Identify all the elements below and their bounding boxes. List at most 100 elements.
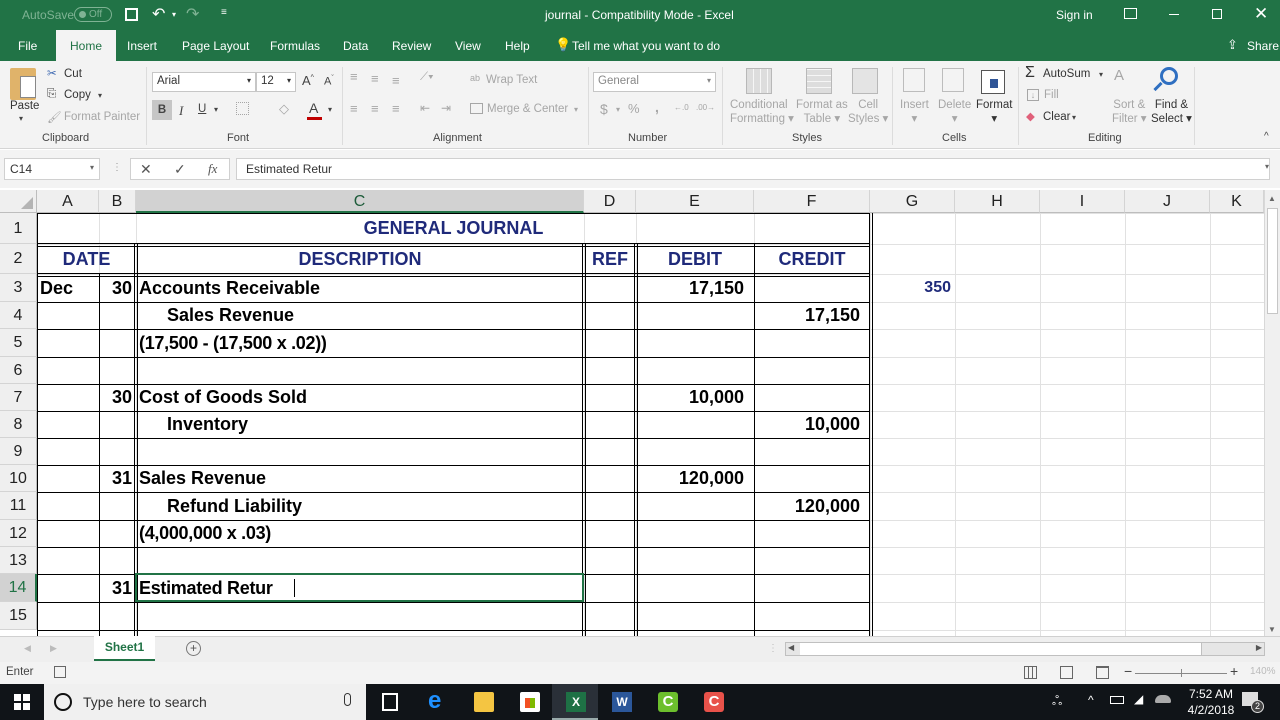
redo-icon[interactable]: ↷ [186,4,199,24]
currency-button[interactable]: $ [600,101,608,117]
paste-button[interactable]: Paste [10,100,39,112]
cell-description[interactable]: Estimated Retur [136,574,584,602]
camtasia-recorder-icon[interactable]: C [704,692,724,712]
scroll-down-icon[interactable]: ▼ [1268,625,1276,634]
undo-icon[interactable]: ↶ [152,4,165,24]
autosum-button[interactable]: AutoSum [1043,68,1090,80]
tell-me-search[interactable]: Tell me what you want to do [572,39,720,53]
column-header-g[interactable]: G [870,190,955,213]
column-header-j[interactable]: J [1125,190,1210,213]
percent-button[interactable]: % [628,101,640,116]
cell-credit[interactable]: 120,000 [754,492,870,520]
vertical-scroll-thumb[interactable] [1267,208,1278,314]
comma-button[interactable]: , [655,99,659,115]
cell-day[interactable]: 31 [99,574,136,602]
font-name-select[interactable]: Arial ▾ [152,72,256,92]
clock-time[interactable]: 7:52 AM [1181,687,1241,701]
sheet-tab-sheet1[interactable]: Sheet1 [94,636,155,661]
borders-icon[interactable] [236,102,249,115]
onedrive-icon[interactable] [1155,695,1171,703]
camtasia-icon[interactable]: C [658,692,678,712]
column-header-e[interactable]: E [636,190,754,213]
increase-indent-icon[interactable]: ⇥ [441,101,451,115]
copy-dropdown-icon[interactable]: ▾ [98,91,102,100]
cell-description[interactable]: Refund Liability [136,492,584,520]
row-header-12[interactable]: 12 [0,520,37,547]
column-header-h[interactable]: H [955,190,1040,213]
tab-data[interactable]: Data [343,39,368,53]
zoom-level[interactable]: 140% [1250,666,1276,677]
windows-start-icon[interactable] [14,694,30,710]
row-header-2[interactable]: 2 [0,244,37,274]
tab-page-layout[interactable]: Page Layout [182,39,249,53]
cancel-entry-icon[interactable]: ✕ [140,161,152,178]
ribbon-display-icon[interactable] [1124,8,1137,19]
cell-debit[interactable]: 17,150 [636,274,754,302]
wifi-icon[interactable]: ◢ [1134,692,1143,706]
autosave-toggle[interactable]: Off [74,7,112,22]
cell-day[interactable]: 30 [99,384,136,411]
font-size-select[interactable]: 12 ▾ [256,72,296,92]
share-button[interactable]: Share [1247,39,1279,53]
minimize-icon[interactable] [1169,14,1179,15]
column-header-k[interactable]: K [1210,190,1264,213]
format-as-table-button[interactable]: Format as Table ▾ [796,99,848,125]
row-header-9[interactable]: 9 [0,438,37,465]
column-header-i[interactable]: I [1040,190,1125,213]
row-header-6[interactable]: 6 [0,357,37,384]
underline-button[interactable]: U [198,103,206,115]
currency-dropdown-icon[interactable]: ▾ [616,105,620,114]
conditional-formatting-button[interactable]: Conditional Formatting ▾ [730,99,794,125]
undo-dropdown-icon[interactable]: ▾ [172,10,176,19]
cell-debit[interactable]: 120,000 [636,465,754,492]
format-cells-button[interactable]: Format ▾ [976,99,1012,125]
zoom-slider-thumb[interactable] [1181,669,1182,677]
page-break-view-icon[interactable] [1096,666,1109,679]
row-header-3[interactable]: 3 [0,274,37,302]
cell-description[interactable]: Cost of Goods Sold [136,384,584,411]
page-layout-view-icon[interactable] [1060,666,1073,679]
zoom-slider[interactable] [1135,669,1227,677]
clear-button[interactable]: Clear [1043,111,1070,123]
tab-insert[interactable]: Insert [127,39,157,53]
cell-day[interactable]: 31 [99,465,136,492]
zoom-out-icon[interactable]: − [1124,663,1132,679]
wrap-text-button[interactable]: Wrap Text [486,74,537,86]
tab-view[interactable]: View [455,39,481,53]
fill-color-icon[interactable]: ◇ [279,101,289,117]
cut-button[interactable]: Cut [64,68,82,80]
name-box[interactable]: C14 ▾ [4,158,100,180]
cell-styles-button[interactable]: Cell Styles ▾ [848,99,888,125]
save-icon[interactable] [125,8,138,21]
cell-month[interactable]: Dec [37,274,99,302]
insert-function-icon[interactable]: fx [208,161,217,177]
cell-credit[interactable]: 10,000 [754,411,870,438]
restore-icon[interactable] [1212,9,1222,19]
align-top-icon[interactable]: ≡ [350,69,358,84]
paste-dropdown-icon[interactable]: ▾ [19,114,23,123]
edge-icon[interactable]: e [428,687,448,714]
vertical-scrollbar[interactable]: ▲ ▼ [1264,190,1280,636]
copy-button[interactable]: Copy [64,89,91,101]
italic-button[interactable]: I [179,103,183,119]
add-sheet-icon[interactable]: + [186,641,201,656]
row-header-14[interactable]: 14 [0,574,37,602]
font-color-dropdown-icon[interactable]: ▾ [328,105,332,114]
cell-description[interactable]: Sales Revenue [136,302,584,329]
tab-split-grip-icon[interactable]: ⋮ [768,643,778,654]
people-icon[interactable]: ஃ [1052,693,1062,710]
share-icon[interactable]: ⇪ [1227,37,1238,53]
row-header-15[interactable]: 15 [0,602,37,630]
column-header-c[interactable]: C [136,190,584,213]
delete-cells-button[interactable]: Delete ▾ [938,99,971,125]
battery-icon[interactable] [1110,696,1124,704]
row-header-13[interactable]: 13 [0,547,37,574]
clear-dropdown-icon[interactable]: ▾ [1072,113,1076,122]
tab-home[interactable]: Home [56,30,117,61]
cell-description[interactable]: Sales Revenue [136,465,584,492]
cell-day[interactable]: 30 [99,274,136,302]
cell-g3-value[interactable]: 350 [870,274,955,302]
taskbar-search-box[interactable]: Type here to search [44,684,366,720]
row-header-5[interactable]: 5 [0,329,37,357]
select-all-button[interactable] [0,190,37,213]
